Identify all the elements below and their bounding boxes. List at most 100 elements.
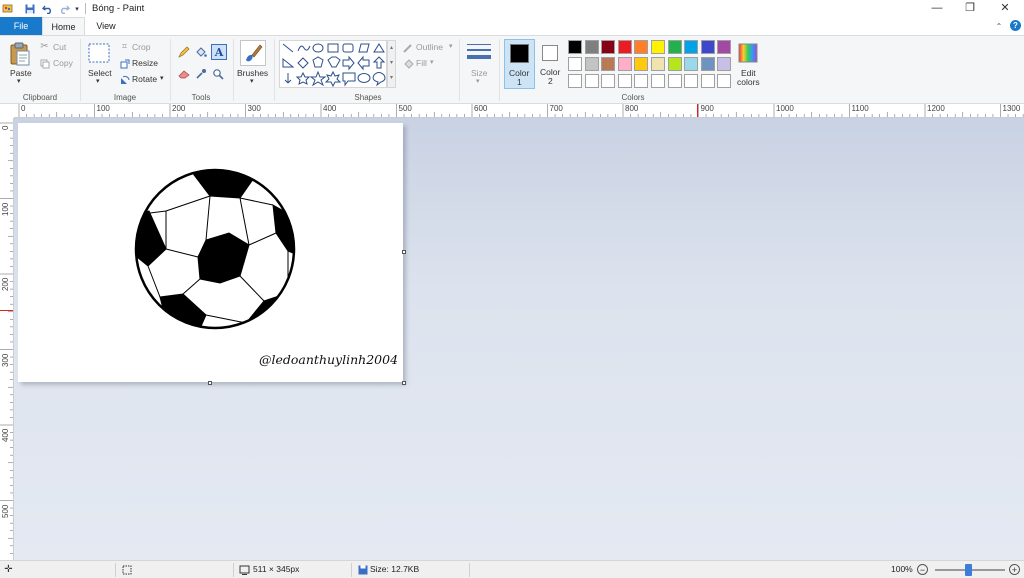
palette-swatch[interactable]	[584, 57, 599, 71]
ruler-label: 200	[172, 104, 186, 113]
ruler-label: 1100	[851, 104, 869, 113]
custom-color-slot[interactable]	[651, 74, 665, 88]
eraser-icon[interactable]	[177, 67, 191, 81]
palette-swatch[interactable]	[601, 40, 616, 54]
brush-icon[interactable]	[240, 40, 266, 66]
copy-button[interactable]: Copy	[53, 58, 73, 68]
rotate-button[interactable]: Rotate	[132, 74, 157, 84]
color-2-button[interactable]: Color 2	[537, 39, 565, 89]
custom-color-slot[interactable]	[667, 74, 682, 88]
custom-color-slot[interactable]	[700, 74, 715, 88]
paste-icon[interactable]	[8, 41, 32, 67]
pencil-icon[interactable]	[177, 45, 191, 59]
rotate-dropdown-chevron-icon[interactable]: ▾	[160, 74, 164, 82]
custom-color-slot[interactable]	[634, 74, 649, 88]
ruler-label: 700	[549, 104, 563, 113]
color-1-swatch	[510, 44, 529, 63]
custom-color-slot[interactable]	[584, 74, 599, 88]
palette-swatch[interactable]	[568, 57, 582, 71]
status-separator	[351, 563, 352, 577]
canvas-resize-handle-right[interactable]	[402, 250, 406, 254]
custom-color-slot[interactable]	[717, 74, 732, 88]
fill-dropdown-chevron-icon[interactable]: ▾	[430, 58, 434, 66]
canvas-dimensions: 511 × 345px	[253, 564, 300, 574]
edit-colors-label-line2[interactable]: colors	[737, 77, 760, 87]
minimize-button[interactable]: —	[920, 0, 954, 17]
palette-swatch[interactable]	[601, 57, 616, 71]
size-lines-icon[interactable]	[466, 42, 492, 64]
title-bar: ▾ Bóng - Paint — ❐ ✕	[0, 0, 1024, 17]
drawing-canvas[interactable]: @ledoanthuylinh2004	[18, 123, 403, 382]
palette-swatch[interactable]	[568, 40, 582, 54]
ruler-label: 400	[323, 104, 337, 113]
paste-button[interactable]: Paste	[10, 68, 32, 78]
canvas-resize-handle-bottom[interactable]	[208, 381, 212, 385]
ruler-label: 1300	[1002, 104, 1021, 113]
palette-swatch[interactable]	[667, 40, 682, 54]
cut-button[interactable]: Cut	[53, 42, 66, 52]
select-button[interactable]: Select	[88, 68, 112, 78]
outline-dropdown-chevron-icon[interactable]: ▾	[449, 42, 453, 50]
group-separator	[499, 39, 500, 101]
ruler-cursor-marker	[0, 310, 13, 311]
close-button[interactable]: ✕	[988, 0, 1022, 17]
palette-swatch[interactable]	[651, 57, 665, 71]
custom-color-slot[interactable]	[684, 74, 699, 88]
palette-swatch[interactable]	[700, 57, 715, 71]
paint-app-icon[interactable]	[1, 2, 13, 15]
group-separator	[233, 39, 234, 101]
custom-color-slot[interactable]	[617, 74, 632, 88]
paste-dropdown-chevron-icon[interactable]: ▾	[17, 77, 21, 85]
collapse-ribbon-icon[interactable]: ⌃	[994, 21, 1004, 31]
magnifier-icon[interactable]	[211, 67, 225, 81]
size-dropdown-chevron-icon[interactable]: ▾	[476, 77, 480, 85]
custom-color-slot[interactable]	[568, 74, 582, 88]
fill-button[interactable]: Fill	[416, 58, 427, 68]
edit-colors-icon[interactable]	[737, 42, 759, 64]
vertical-ruler: 0 100 200 300 400 500	[0, 118, 14, 560]
shapes-gallery[interactable]	[279, 40, 387, 88]
palette-swatch[interactable]	[717, 40, 732, 54]
fill-bucket-icon[interactable]	[194, 45, 208, 59]
zoom-out-icon[interactable]: −	[917, 564, 928, 575]
palette-swatch[interactable]	[667, 57, 682, 71]
crop-button[interactable]: Crop	[132, 42, 150, 52]
ruler-label: 500	[1, 504, 10, 518]
color-1-button[interactable]: Color 1	[504, 39, 535, 89]
palette-swatch[interactable]	[700, 40, 715, 54]
help-icon[interactable]: ?	[1010, 20, 1021, 31]
save-icon[interactable]	[24, 2, 36, 15]
restore-button[interactable]: ❐	[953, 0, 987, 17]
customize-toolbar-chevron-icon[interactable]: ▾	[73, 2, 81, 15]
redo-icon[interactable]	[58, 2, 70, 15]
tab-view[interactable]: View	[85, 17, 127, 35]
undo-icon[interactable]	[41, 2, 53, 15]
ruler-label: 200	[1, 277, 10, 291]
color-picker-icon[interactable]	[194, 67, 208, 81]
shapes-scrollbar[interactable]: ▴ ▾ ▾	[387, 40, 396, 88]
palette-swatch[interactable]	[617, 57, 632, 71]
brushes-dropdown-chevron-icon[interactable]: ▾	[250, 77, 254, 85]
palette-swatch[interactable]	[584, 40, 599, 54]
canvas-resize-handle-corner[interactable]	[402, 381, 406, 385]
text-tool-icon[interactable]: A	[211, 44, 227, 60]
zoom-slider-thumb[interactable]	[965, 564, 972, 576]
tab-file[interactable]: File	[0, 17, 42, 35]
resize-button[interactable]: Resize	[132, 58, 158, 68]
ruler-label: 1200	[927, 104, 945, 113]
select-dropdown-chevron-icon[interactable]: ▾	[96, 77, 100, 85]
palette-swatch[interactable]	[684, 40, 699, 54]
palette-swatch[interactable]	[717, 57, 732, 71]
zoom-in-icon[interactable]: +	[1009, 564, 1020, 575]
palette-swatch[interactable]	[617, 40, 632, 54]
cut-icon: ✂	[40, 41, 49, 52]
palette-swatch[interactable]	[651, 40, 665, 54]
palette-swatch[interactable]	[634, 57, 649, 71]
custom-color-slot[interactable]	[601, 74, 616, 88]
outline-button[interactable]: Outline	[416, 42, 443, 52]
group-separator	[80, 39, 81, 101]
tab-home[interactable]: Home	[42, 17, 85, 35]
palette-swatch[interactable]	[684, 57, 699, 71]
palette-swatch[interactable]	[634, 40, 649, 54]
select-icon[interactable]	[88, 43, 110, 63]
